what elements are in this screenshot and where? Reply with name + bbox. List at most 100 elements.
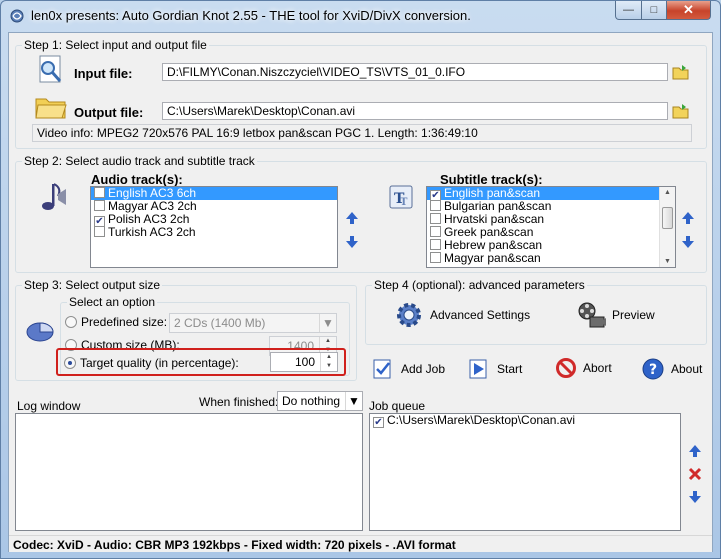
- open-folder-icon[interactable]: [672, 63, 690, 81]
- output-file-icon: [35, 98, 67, 119]
- when-finished-label: When finished:: [199, 395, 279, 409]
- audio-track-item[interactable]: Turkish AC3 2ch: [91, 226, 337, 239]
- move-up-icon[interactable]: [344, 210, 360, 226]
- audio-track-item-label: English AC3 6ch: [108, 186, 197, 200]
- checkbox[interactable]: [430, 252, 441, 263]
- checkbox[interactable]: [430, 226, 441, 237]
- help-icon: ?: [642, 358, 664, 380]
- pie-chart-icon: [26, 322, 54, 342]
- checkbox[interactable]: [430, 213, 441, 224]
- close-icon: ✕: [683, 2, 694, 17]
- abort-label: Abort: [583, 361, 612, 375]
- predefined-size-value: 2 CDs (1400 Mb): [174, 316, 266, 330]
- output-file-label: Output file:: [74, 105, 144, 120]
- input-file-icon: [39, 55, 62, 83]
- advanced-settings-button[interactable]: Advanced Settings: [394, 300, 530, 330]
- audio-track-item-label: Polish AC3 2ch: [108, 212, 190, 226]
- subtitle-track-item-label: Bulgarian pan&scan: [444, 199, 552, 213]
- checkbox[interactable]: [94, 200, 105, 211]
- when-finished-select[interactable]: Do nothing ▼: [277, 391, 363, 411]
- svg-text:?: ?: [649, 362, 657, 378]
- maximize-button[interactable]: □: [641, 1, 667, 20]
- start-button[interactable]: Start: [467, 357, 522, 381]
- subtitle-track-item[interactable]: Magyar pan&scan: [427, 252, 660, 265]
- step1-group: Step 1: Select input and output file Inp…: [15, 38, 707, 149]
- scroll-up-icon[interactable]: ▲: [663, 189, 672, 196]
- predefined-size-select[interactable]: 2 CDs (1400 Mb) ▼: [169, 313, 337, 333]
- audio-icon: [42, 183, 66, 210]
- checkbox[interactable]: [94, 187, 105, 198]
- app-icon: [10, 9, 24, 23]
- film-icon: [578, 302, 606, 328]
- main-window: len0x presents: Auto Gordian Knot 2.55 -…: [0, 0, 721, 559]
- preview-button[interactable]: Preview: [576, 300, 655, 330]
- add-job-label: Add Job: [401, 362, 446, 376]
- target-quality-spinner[interactable]: 100 ▲ ▼: [270, 352, 338, 372]
- start-label: Start: [497, 362, 523, 376]
- subtitle-tracks-list[interactable]: ✔ English pan&scan Bulgarian pan&scan Hrvat…: [426, 186, 676, 268]
- subtitle-move-up-icon[interactable]: [680, 210, 696, 226]
- delete-icon[interactable]: [687, 466, 703, 482]
- when-finished-chevron-down-icon[interactable]: ▼: [345, 392, 362, 410]
- step2-label: Step 2: Select audio track and subtitle …: [22, 154, 257, 168]
- subtitle-tracks-label: Subtitle track(s):: [440, 172, 543, 187]
- job-queue-label: Job queue: [369, 399, 426, 413]
- predefined-size-label: Predefined size:: [81, 315, 168, 329]
- scroll-down-icon[interactable]: ▼: [663, 258, 672, 265]
- checkbox[interactable]: [430, 239, 441, 250]
- subtitle-track-item-label: English pan&scan: [444, 186, 541, 200]
- subtitle-move-down-icon[interactable]: [680, 234, 696, 250]
- log-window-label: Log window: [17, 399, 81, 413]
- audio-track-item-label: Magyar AC3 2ch: [108, 199, 197, 213]
- window-title: len0x presents: Auto Gordian Knot 2.55 -…: [31, 8, 471, 23]
- output-file-field[interactable]: C:\Users\Marek\Desktop\Conan.avi: [162, 102, 668, 120]
- step3-group: Step 3: Select output size Select an opt…: [15, 278, 357, 381]
- svg-text:T: T: [400, 197, 408, 208]
- predefined-radio[interactable]: [65, 316, 77, 328]
- save-folder-icon[interactable]: [672, 102, 690, 120]
- checkbox[interactable]: [430, 200, 441, 211]
- minimize-button[interactable]: —: [615, 1, 642, 20]
- gear-icon: [397, 303, 421, 327]
- option-group-label: Select an option: [67, 295, 158, 309]
- preview-label: Preview: [612, 308, 655, 322]
- scroll-thumb[interactable]: [662, 207, 673, 229]
- job-queue-item-label: C:\Users\Marek\Desktop\Conan.avi: [387, 413, 576, 427]
- target-quality-value: 100: [294, 355, 315, 369]
- step2-group: Step 2: Select audio track and subtitle …: [15, 154, 707, 273]
- about-button[interactable]: ? About: [641, 357, 702, 381]
- move-down-icon[interactable]: [344, 234, 360, 250]
- log-window[interactable]: [15, 413, 363, 531]
- predefined-size-option[interactable]: Predefined size:: [65, 315, 167, 329]
- advanced-settings-label: Advanced Settings: [430, 308, 531, 322]
- audio-tracks-list[interactable]: English AC3 6ch Magyar AC3 2ch ✔ Polish AC3…: [90, 186, 338, 268]
- quality-spinner-arrows[interactable]: ▲ ▼: [320, 353, 337, 371]
- maximize-icon: □: [650, 4, 658, 16]
- checkbox[interactable]: [94, 226, 105, 237]
- abort-button[interactable]: Abort: [555, 357, 612, 379]
- add-job-button[interactable]: Add Job: [371, 357, 445, 381]
- minimize-icon: —: [623, 4, 634, 16]
- checkbox[interactable]: ✔: [373, 417, 384, 428]
- chevron-down-icon[interactable]: ▼: [319, 314, 336, 332]
- step4-group: Step 4 (optional): advanced parameters A…: [365, 278, 707, 345]
- client-area: Step 1: Select input and output file Inp…: [8, 32, 713, 552]
- status-bar: Codec: XviD - Audio: CBR MP3 192kbps - F…: [9, 535, 712, 552]
- video-info-field: Video info: MPEG2 720x576 PAL 16:9 letbo…: [32, 124, 692, 142]
- subtitle-track-item-label: Hrvatski pan&scan: [444, 212, 545, 226]
- target-quality-radio[interactable]: [64, 357, 76, 369]
- queue-move-down-icon[interactable]: [687, 489, 703, 505]
- subtitle-scrollbar[interactable]: ▲ ▼: [659, 187, 675, 267]
- close-button[interactable]: ✕: [666, 1, 711, 20]
- start-icon: [469, 359, 487, 379]
- when-finished-value: Do nothing: [282, 394, 341, 408]
- queue-move-up-icon[interactable]: [687, 443, 703, 459]
- title-bar[interactable]: len0x presents: Auto Gordian Knot 2.55 -…: [1, 1, 720, 31]
- input-file-field[interactable]: D:\FILMY\Conan.Niszczyciel\VIDEO_TS\VTS_…: [162, 63, 668, 81]
- job-queue-list[interactable]: ✔ C:\Users\Marek\Desktop\Conan.avi: [369, 413, 681, 531]
- job-queue-item[interactable]: ✔ C:\Users\Marek\Desktop\Conan.avi: [370, 413, 680, 428]
- step1-label: Step 1: Select input and output file: [22, 38, 209, 52]
- target-quality-label: Target quality (in percentage):: [80, 356, 239, 370]
- subtitle-icon: T T: [389, 185, 413, 209]
- target-quality-option[interactable]: Target quality (in percentage):: [64, 356, 239, 370]
